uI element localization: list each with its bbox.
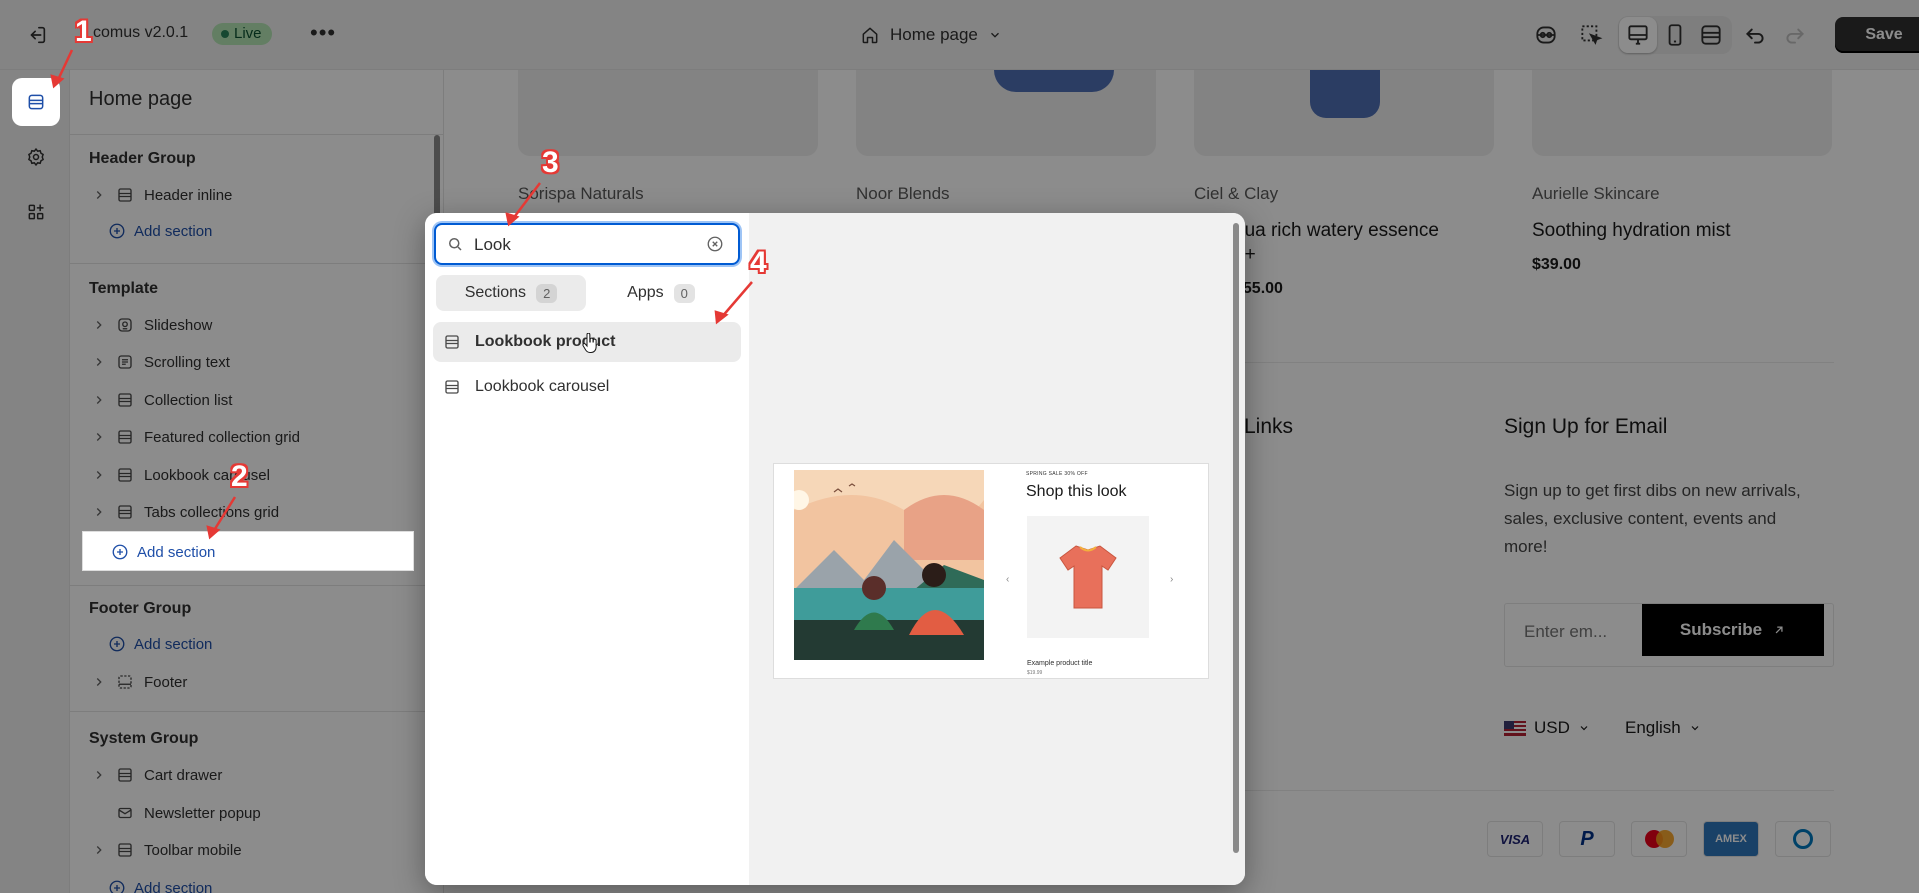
lookbook-illustration <box>794 470 984 660</box>
thumb-title: Shop this look <box>1026 483 1127 500</box>
tab-apps[interactable]: Apps 0 <box>586 275 736 311</box>
chevron-left-icon: ‹ <box>1006 574 1010 585</box>
section-icon <box>443 378 461 396</box>
annotation-label: 4 <box>750 246 767 279</box>
chevron-right-icon: › <box>1170 574 1174 585</box>
search-icon <box>449 238 462 251</box>
tab-label: Sections <box>464 284 527 301</box>
hand-cursor-icon <box>582 333 597 353</box>
search-field[interactable] <box>434 223 740 265</box>
tab-sections[interactable]: Sections 2 <box>436 275 586 311</box>
result-label: Lookbook carousel <box>475 378 610 395</box>
add-section-picker: Sections 2 Apps 0 Lookbook product Lookb… <box>425 213 1245 885</box>
tab-count: 2 <box>536 283 558 303</box>
tab-count: 0 <box>673 283 695 303</box>
add-section-label: Add section <box>137 543 216 561</box>
annotation-label: 2 <box>231 460 248 493</box>
picker-tabs: Sections 2 Apps 0 <box>436 275 730 311</box>
picker-list-pane: Sections 2 Apps 0 Lookbook product Lookb… <box>425 213 749 885</box>
section-icon <box>443 333 461 351</box>
annotation-label: 3 <box>542 146 559 179</box>
tab-label: Apps <box>627 284 664 301</box>
picker-scrollbar[interactable] <box>1233 223 1239 853</box>
tshirt-icon <box>1059 545 1117 609</box>
thumb-product-title: Example product title <box>1027 660 1093 667</box>
thumb-eyebrow: SPRING SALE 30% OFF <box>1026 471 1088 477</box>
thumb-product-price: $19.99 <box>1027 670 1043 676</box>
rail-sections-highlight[interactable] <box>12 78 60 126</box>
picker-preview-pane: SPRING SALE 30% OFF Shop this look ‹ › E… <box>749 213 1245 885</box>
add-section-highlight[interactable]: Add section <box>82 531 414 571</box>
add-section-template-highlighted[interactable]: Add section <box>111 537 215 567</box>
plus-circle-icon <box>111 543 129 561</box>
result-lookbook-carousel[interactable]: Lookbook carousel <box>433 367 741 407</box>
section-preview-thumbnail: SPRING SALE 30% OFF Shop this look ‹ › E… <box>773 463 1209 679</box>
clear-search-icon[interactable] <box>706 235 724 253</box>
search-input[interactable] <box>474 234 694 256</box>
thumb-product-card <box>1027 516 1149 638</box>
annotation-label: 1 <box>75 15 92 48</box>
sections-icon <box>28 94 44 110</box>
